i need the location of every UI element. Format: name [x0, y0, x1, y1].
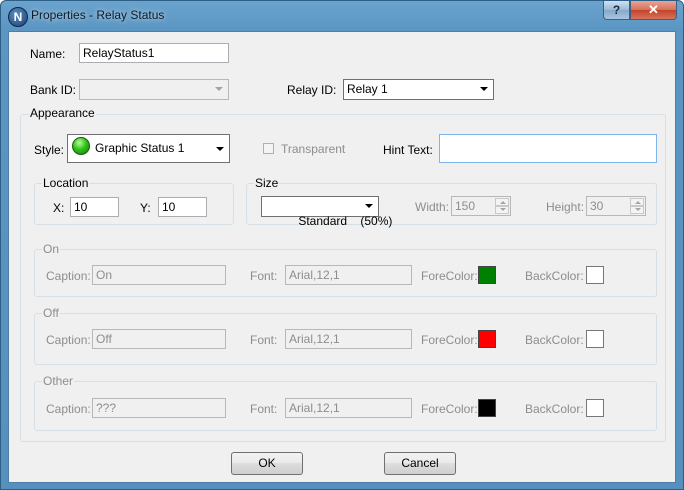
off-font-input[interactable]: Arial,12,1 — [285, 329, 412, 349]
title-bar[interactable]: N Properties - Relay Status ? ✕ — [1, 1, 683, 31]
other-caption-label: Caption: — [46, 402, 91, 416]
y-input[interactable]: 10 — [158, 197, 207, 217]
on-backcolor-swatch[interactable] — [586, 266, 604, 284]
relay-id-value: Relay 1 — [347, 82, 388, 96]
size-preset-select[interactable]: Standard (50%) — [261, 196, 392, 228]
chevron-down-icon — [480, 87, 488, 91]
on-caption-label: Caption: — [46, 269, 91, 283]
close-button[interactable]: ✕ — [630, 1, 677, 20]
height-value: 30 — [590, 199, 604, 213]
off-caption-label: Caption: — [46, 333, 91, 347]
chevron-down-icon — [365, 204, 373, 208]
style-select[interactable]: Graphic Status 1 — [67, 134, 230, 163]
off-forecolor-swatch[interactable] — [478, 330, 496, 348]
size-preset-value: Standard (50%) — [298, 214, 393, 228]
on-font-input[interactable]: Arial,12,1 — [285, 265, 412, 285]
on-group-title: On — [42, 242, 61, 256]
width-down-icon[interactable] — [495, 206, 509, 214]
ok-button[interactable]: OK — [231, 452, 303, 475]
window-title: Properties - Relay Status — [31, 8, 165, 22]
help-button[interactable]: ? — [603, 1, 630, 20]
chevron-down-icon — [216, 147, 224, 151]
location-group-title: Location — [42, 176, 90, 190]
other-backcolor-swatch[interactable] — [586, 399, 604, 417]
width-label: Width: — [415, 200, 450, 214]
other-caption-input[interactable]: ??? — [92, 398, 226, 418]
other-forecolor-label: ForeColor: — [421, 402, 478, 416]
bank-id-label: Bank ID: — [30, 83, 77, 97]
appearance-group: Appearance Style: Graphic Status 1 Trans… — [20, 106, 666, 442]
off-state-group: Off Caption: Off Font: Arial,12,1 ForeCo… — [34, 306, 657, 365]
properties-dialog: N Properties - Relay Status ? ✕ Name: Re… — [0, 0, 684, 490]
on-forecolor-swatch[interactable] — [478, 266, 496, 284]
off-backcolor-label: BackColor: — [525, 333, 584, 347]
x-label: X: — [53, 201, 65, 215]
transparent-label: Transparent — [281, 142, 346, 156]
bank-id-select[interactable] — [79, 79, 229, 100]
style-label: Style: — [34, 143, 65, 157]
height-down-icon[interactable] — [630, 206, 644, 214]
size-group: Size Standard (50%) Width: 150 Height: 3… — [246, 176, 657, 228]
other-forecolor-swatch[interactable] — [478, 399, 496, 417]
green-led-icon — [72, 137, 90, 155]
app-logo-icon: N — [8, 7, 28, 27]
transparent-checkbox[interactable] — [263, 143, 274, 154]
dialog-body: Name: RelayStatus1 Bank ID: Relay ID: Re… — [8, 31, 676, 483]
other-state-group: Other Caption: ??? Font: Arial,12,1 Fore… — [34, 374, 657, 431]
off-caption-input[interactable]: Off — [92, 329, 226, 349]
height-up-icon[interactable] — [630, 198, 644, 206]
chevron-down-icon — [215, 87, 223, 91]
other-font-input[interactable]: Arial,12,1 — [285, 398, 412, 418]
on-font-label: Font: — [250, 269, 278, 283]
off-group-title: Off — [42, 306, 60, 320]
relay-id-select[interactable]: Relay 1 — [343, 79, 494, 100]
hint-text-label: Hint Text: — [383, 143, 433, 157]
off-forecolor-label: ForeColor: — [421, 333, 478, 347]
style-value: Graphic Status 1 — [95, 141, 185, 155]
name-input[interactable]: RelayStatus1 — [79, 43, 229, 63]
location-group: Location X: 10 Y: 10 — [34, 176, 234, 225]
other-backcolor-label: BackColor: — [525, 402, 584, 416]
off-font-label: Font: — [250, 333, 278, 347]
on-forecolor-label: ForeColor: — [421, 269, 478, 283]
relay-id-label: Relay ID: — [287, 83, 337, 97]
name-label: Name: — [30, 47, 66, 61]
height-label: Height: — [546, 200, 585, 214]
width-value: 150 — [455, 199, 476, 213]
on-caption-input[interactable]: On — [92, 265, 226, 285]
x-input[interactable]: 10 — [70, 197, 119, 217]
y-label: Y: — [140, 201, 151, 215]
on-state-group: On Caption: On Font: Arial,12,1 ForeColo… — [34, 242, 657, 297]
on-backcolor-label: BackColor: — [525, 269, 584, 283]
hint-text-input[interactable] — [439, 134, 657, 163]
width-up-icon[interactable] — [495, 198, 509, 206]
cancel-button[interactable]: Cancel — [384, 452, 456, 475]
other-font-label: Font: — [250, 402, 278, 416]
height-stepper[interactable]: 30 — [586, 196, 646, 216]
appearance-group-title: Appearance — [29, 106, 96, 120]
size-group-title: Size — [254, 176, 280, 190]
off-backcolor-swatch[interactable] — [586, 330, 604, 348]
width-stepper[interactable]: 150 — [451, 196, 511, 216]
other-group-title: Other — [42, 374, 75, 388]
